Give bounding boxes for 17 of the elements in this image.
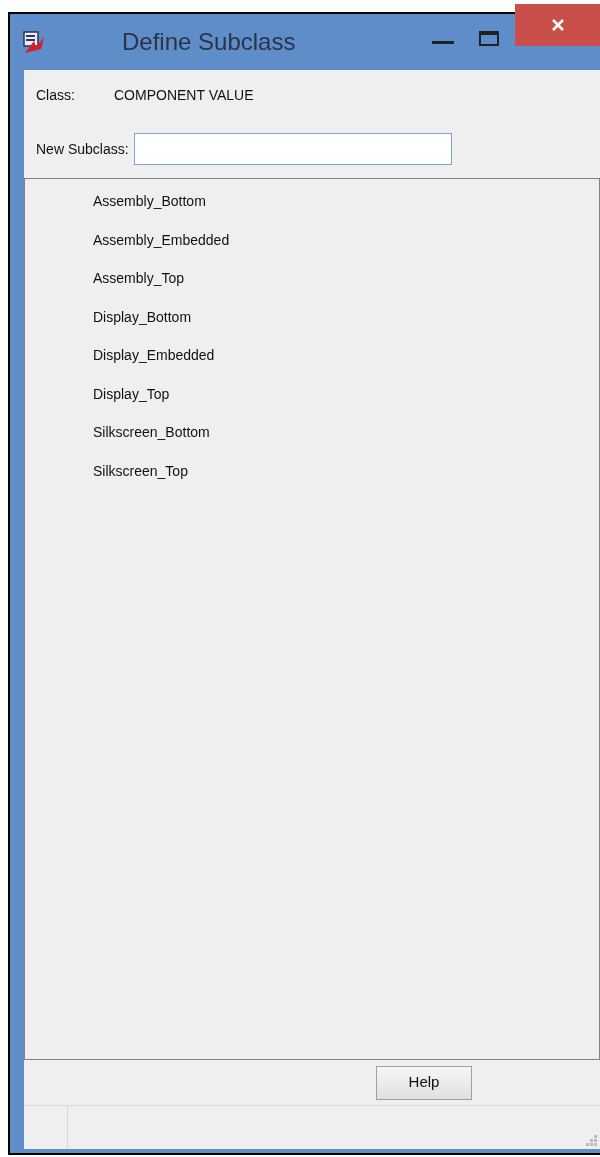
subclass-item[interactable]: Display_Top [93,381,170,420]
subclass-item[interactable]: Assembly_Top [93,266,185,305]
subclass-item[interactable]: Assembly_Embedded [93,227,230,266]
window-title: Define Subclass [122,27,296,57]
app-icon [22,29,46,55]
class-value: COMPONENT VALUE [114,85,254,105]
new-subclass-field[interactable] [133,133,452,165]
subclass-item[interactable]: Silkscreen_Top [93,458,188,497]
help-button[interactable]: Help [376,1065,472,1100]
resize-grip-icon [586,1135,598,1147]
close-icon [551,18,565,32]
new-subclass-label: New Subclass: [36,139,129,159]
subclass-item[interactable]: Assembly_Bottom [93,189,206,228]
subclass-item[interactable]: Display_Embedded [93,343,215,382]
subclass-item[interactable]: Display_Bottom [93,304,192,343]
class-label: Class: [36,85,76,105]
subclass-item[interactable]: Silkscreen_Bottom [93,420,210,459]
